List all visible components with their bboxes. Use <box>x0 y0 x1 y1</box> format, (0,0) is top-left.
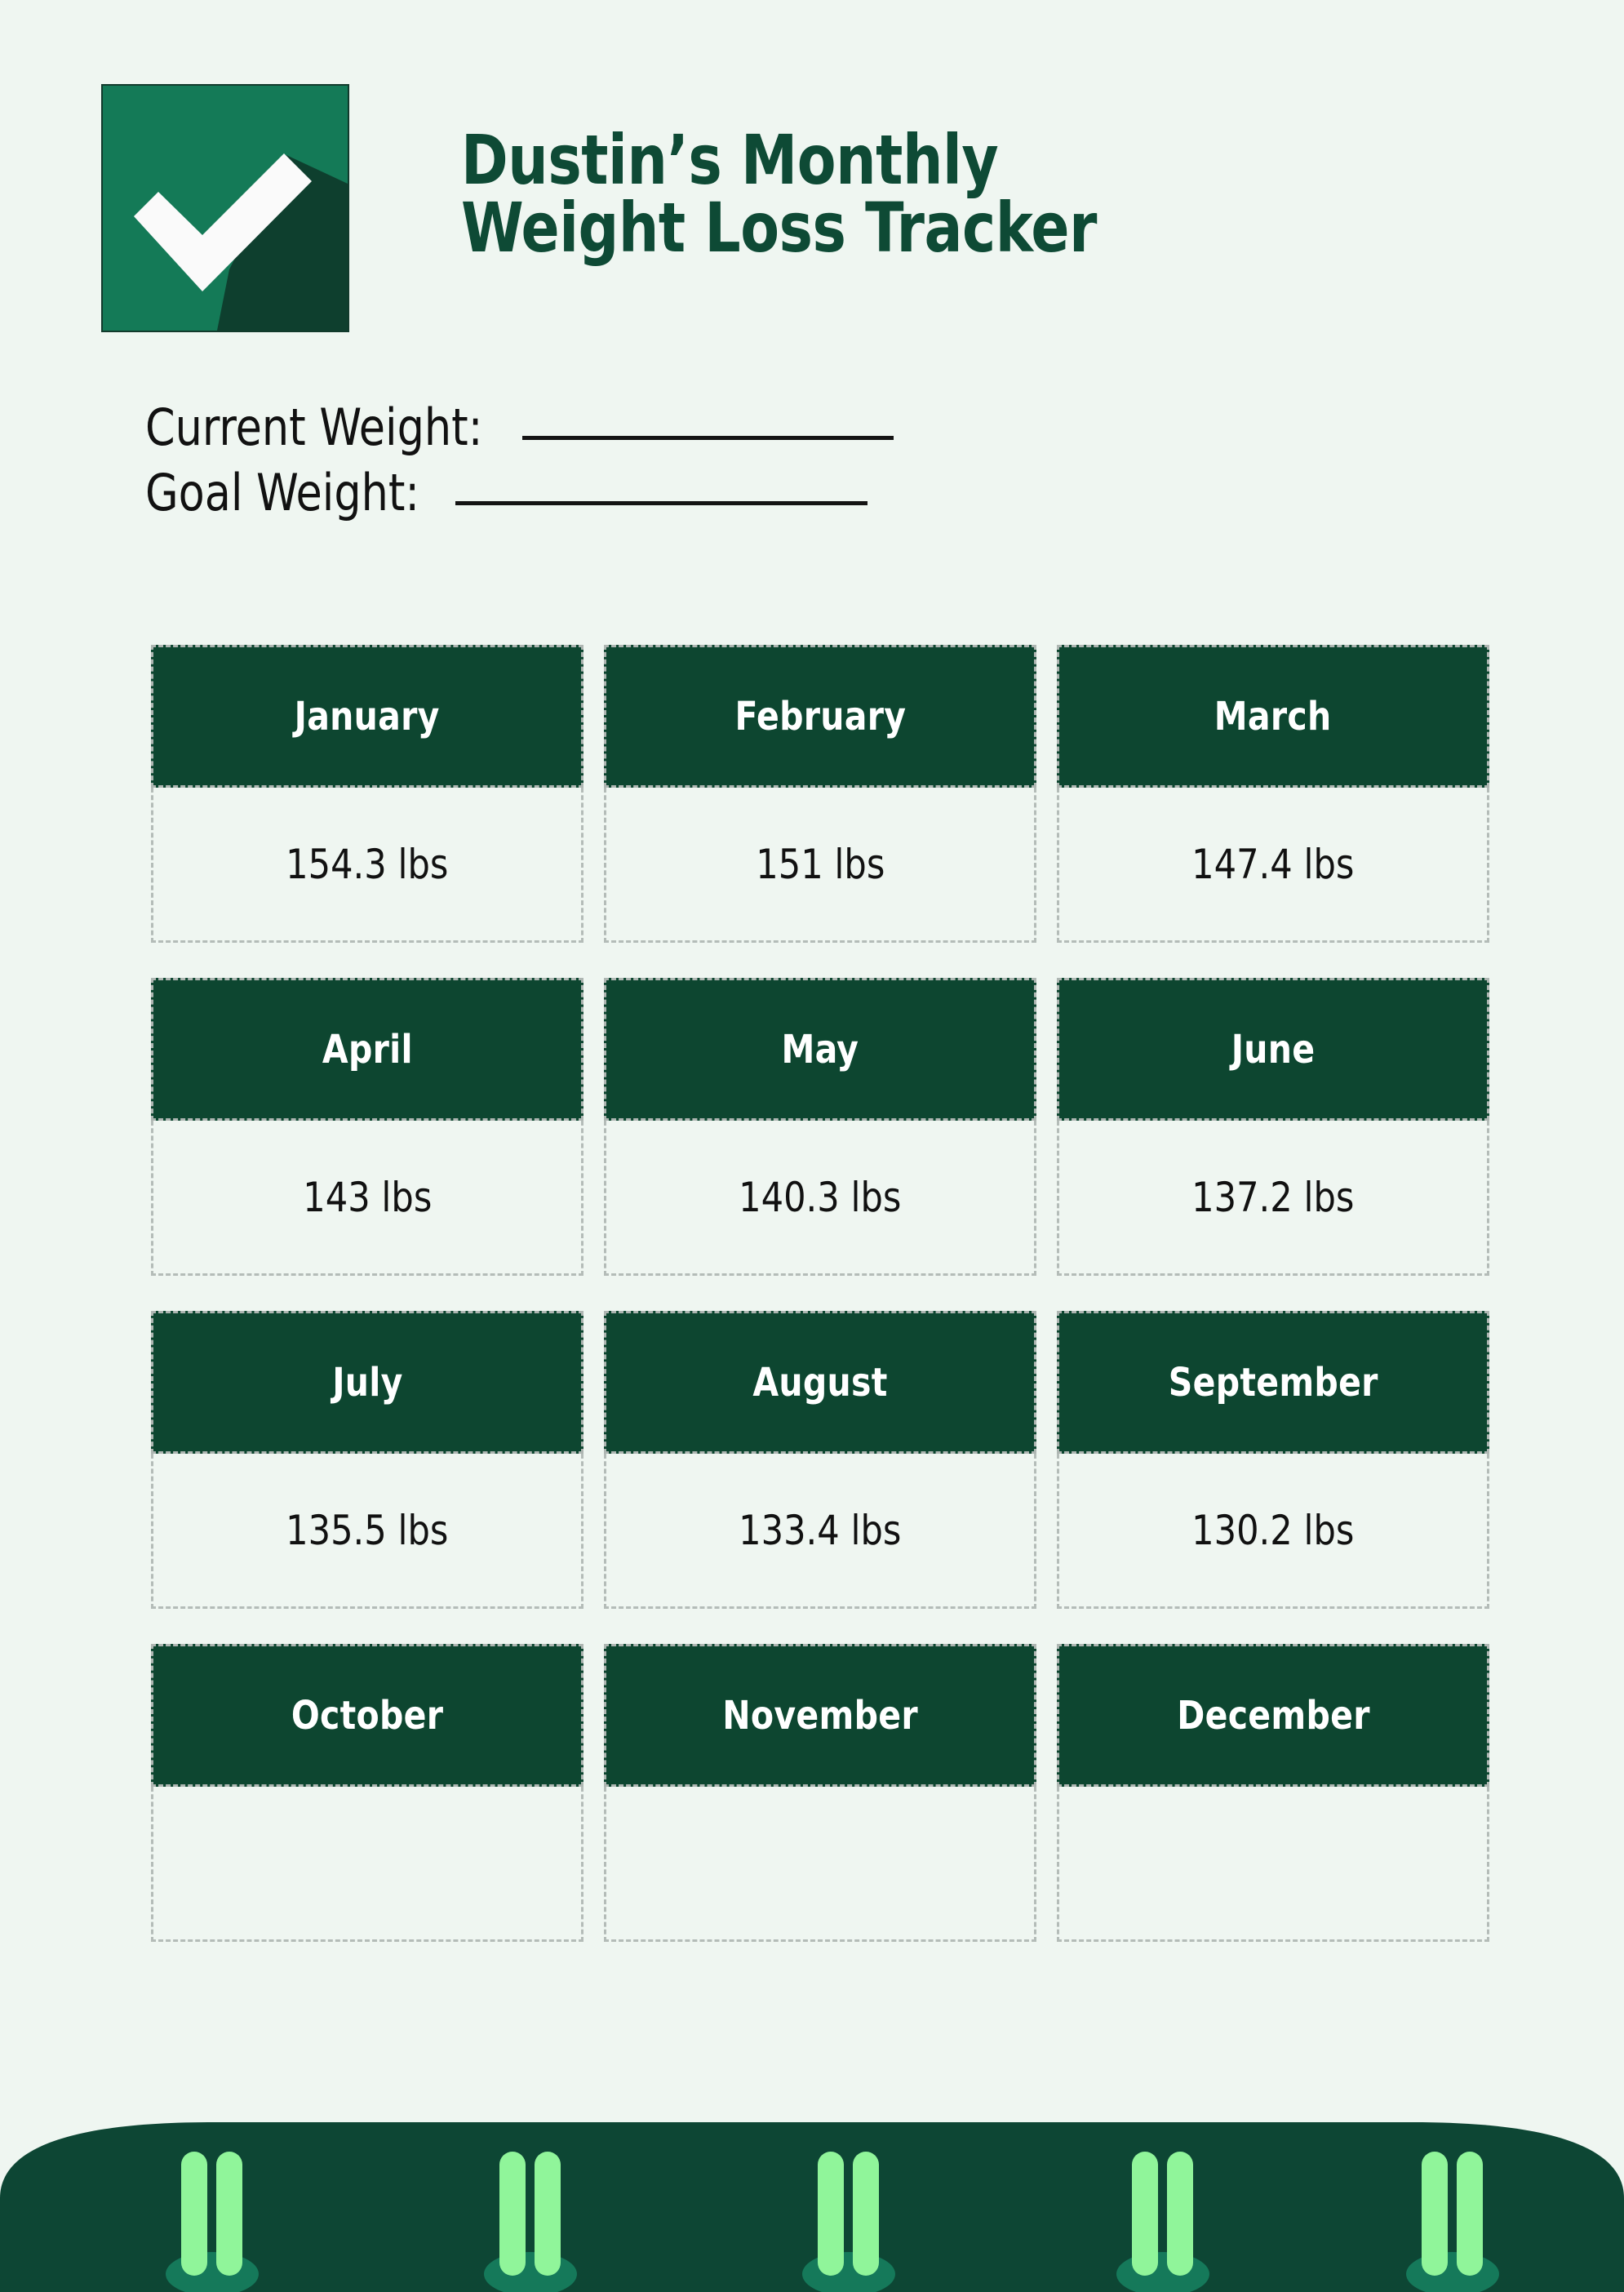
month-name: December <box>1176 1692 1370 1739</box>
month-weight-cell[interactable]: 140.3 lbs <box>604 1121 1036 1276</box>
month-weight-cell[interactable]: 135.5 lbs <box>151 1454 583 1609</box>
month-name: November <box>722 1692 918 1739</box>
month-card-march: March 147.4 lbs <box>1057 645 1489 943</box>
month-card-december: December <box>1057 1644 1489 1942</box>
month-card-april: April 143 lbs <box>151 978 583 1276</box>
month-card-header: January <box>151 645 583 788</box>
month-card-header: October <box>151 1644 583 1787</box>
month-weight-cell[interactable]: 130.2 lbs <box>1057 1454 1489 1609</box>
month-weight-cell[interactable]: 143 lbs <box>151 1121 583 1276</box>
month-weight-cell[interactable]: 133.4 lbs <box>604 1454 1036 1609</box>
month-card-january: January 154.3 lbs <box>151 645 583 943</box>
month-name: January <box>294 693 441 740</box>
month-weight-cell[interactable]: 137.2 lbs <box>1057 1121 1489 1276</box>
month-weight-cell[interactable]: 154.3 lbs <box>151 788 583 943</box>
month-card-header: August <box>604 1311 1036 1454</box>
month-name: April <box>322 1026 413 1073</box>
current-weight-row: Current Weight: <box>145 398 894 463</box>
month-card-february: February 151 lbs <box>604 645 1036 943</box>
grass-blade-cluster <box>1116 2152 1209 2292</box>
month-card-header: June <box>1057 978 1489 1121</box>
month-name: February <box>734 693 906 740</box>
month-weight-cell[interactable] <box>1057 1787 1489 1942</box>
month-name: March <box>1214 693 1332 740</box>
grid-row: October November December <box>151 1644 1489 1942</box>
month-card-september: September 130.2 lbs <box>1057 1311 1489 1609</box>
goal-weight-row: Goal Weight: <box>145 463 894 528</box>
month-card-november: November <box>604 1644 1036 1942</box>
month-card-header: February <box>604 645 1036 788</box>
month-weight-value: 133.4 lbs <box>739 1506 902 1554</box>
month-card-header: September <box>1057 1311 1489 1454</box>
month-weight-value: 140.3 lbs <box>739 1173 902 1221</box>
month-weight-cell[interactable]: 147.4 lbs <box>1057 788 1489 943</box>
weight-fields: Current Weight: Goal Weight: <box>145 398 894 528</box>
month-card-july: July 135.5 lbs <box>151 1311 583 1609</box>
month-name: August <box>752 1359 888 1406</box>
month-weight-value: 147.4 lbs <box>1191 840 1355 888</box>
current-weight-label: Current Weight: <box>145 398 483 457</box>
grass-blade-cluster <box>802 2152 895 2292</box>
month-name: July <box>331 1359 403 1406</box>
month-weight-cell[interactable] <box>604 1787 1036 1942</box>
month-card-august: August 133.4 lbs <box>604 1311 1036 1609</box>
month-card-header: March <box>1057 645 1489 788</box>
current-weight-input[interactable] <box>521 435 894 440</box>
grid-row: July 135.5 lbs August 133.4 lbs Septembe… <box>151 1311 1489 1609</box>
page-title: Dustin’s Monthly Weight Loss Tracker <box>461 120 1522 269</box>
month-weight-value: 135.5 lbs <box>286 1506 449 1554</box>
month-card-header: April <box>151 978 583 1121</box>
grass-blade-cluster <box>484 2152 577 2292</box>
page-header: Dustin’s Monthly Weight Loss Tracker <box>0 0 1624 351</box>
month-weight-value: 130.2 lbs <box>1191 1506 1355 1554</box>
month-weight-value: 154.3 lbs <box>286 840 449 888</box>
month-card-header: December <box>1057 1644 1489 1787</box>
grid-row: April 143 lbs May 140.3 lbs June 137.2 l… <box>151 978 1489 1276</box>
monthly-weight-grid: January 154.3 lbs February 151 lbs March… <box>151 645 1489 1977</box>
goal-weight-input[interactable] <box>455 500 867 505</box>
month-weight-value: 151 lbs <box>755 840 885 888</box>
month-name: June <box>1231 1026 1316 1073</box>
month-weight-cell[interactable]: 151 lbs <box>604 788 1036 943</box>
month-name: September <box>1168 1359 1378 1406</box>
month-weight-value: 143 lbs <box>302 1173 433 1221</box>
month-card-header: May <box>604 978 1036 1121</box>
month-weight-cell[interactable] <box>151 1787 583 1942</box>
grass-hill-decoration <box>0 2063 1624 2292</box>
month-name: May <box>781 1026 859 1073</box>
month-card-may: May 140.3 lbs <box>604 978 1036 1276</box>
goal-weight-label: Goal Weight: <box>145 463 420 522</box>
month-name: October <box>291 1692 444 1739</box>
page-title-line-1: Dustin’s Monthly <box>461 120 999 200</box>
checkmark-square-icon <box>103 86 348 331</box>
month-card-header: November <box>604 1644 1036 1787</box>
month-card-june: June 137.2 lbs <box>1057 978 1489 1276</box>
grass-blade-cluster <box>1406 2152 1499 2292</box>
grid-row: January 154.3 lbs February 151 lbs March… <box>151 645 1489 943</box>
page-title-line-2: Weight Loss Tracker <box>461 188 1097 269</box>
month-weight-value: 137.2 lbs <box>1191 1173 1355 1221</box>
grass-blade-cluster <box>166 2152 259 2292</box>
month-card-october: October <box>151 1644 583 1942</box>
month-card-header: July <box>151 1311 583 1454</box>
